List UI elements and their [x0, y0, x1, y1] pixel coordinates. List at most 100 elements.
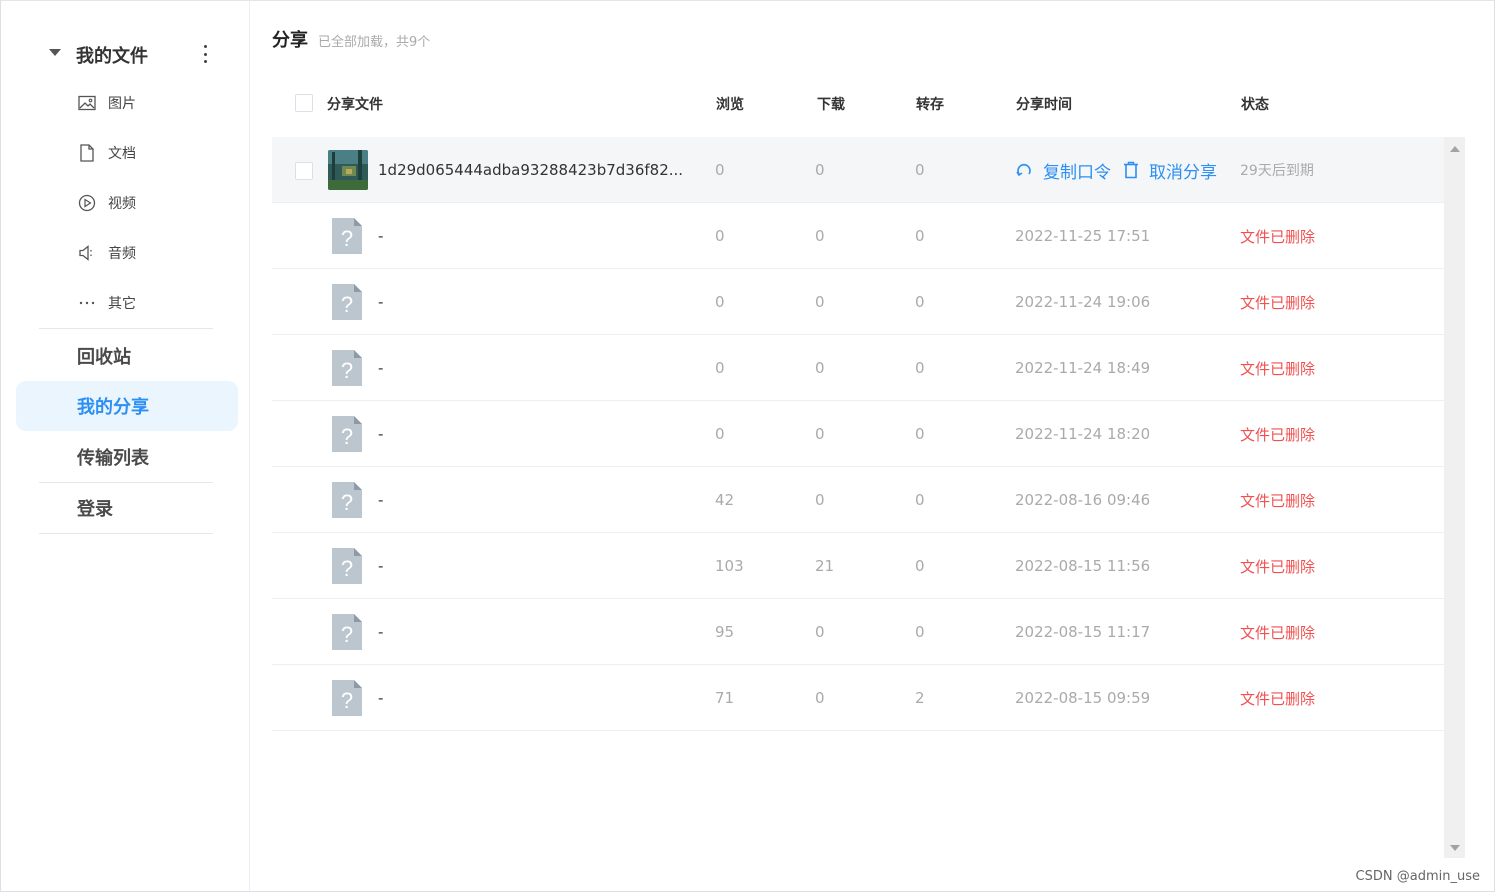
page-header: 分享 已全部加载，共9个: [272, 26, 431, 51]
table-row[interactable]: 1d29d065444adba93288423b7d36f82... 0 0 0…: [272, 137, 1444, 203]
sidebar-item-other[interactable]: 其它: [77, 288, 237, 318]
share-time: 2022-11-24 18:20: [1015, 425, 1151, 443]
file-name: -: [378, 689, 384, 707]
column-header-saves: 转存: [916, 97, 944, 113]
sidebar-item-videos[interactable]: 视频: [77, 188, 237, 218]
file-thumbnail: [328, 137, 368, 203]
vertical-scrollbar[interactable]: [1444, 137, 1465, 858]
share-time: 2022-08-15 11:17: [1015, 623, 1151, 641]
table-row[interactable]: ? - 0 0 0 2022-11-24 18:20 文件已删除: [272, 401, 1444, 467]
watermark: CSDN @admin_use: [1355, 869, 1480, 884]
caret-down-icon[interactable]: [49, 49, 61, 56]
cancel-share-label: 取消分享: [1149, 162, 1217, 183]
views-count: 42: [715, 491, 735, 509]
file-name: -: [378, 623, 384, 641]
copy-code-button[interactable]: 复制口令: [1015, 158, 1111, 183]
status-deleted: 文件已删除: [1240, 557, 1316, 576]
file-name[interactable]: 1d29d065444adba93288423b7d36f82...: [378, 137, 683, 203]
share-time: 2022-11-25 17:51: [1015, 227, 1151, 245]
table-row[interactable]: ? - 0 0 0 2022-11-24 18:49 文件已删除: [272, 335, 1444, 401]
svg-text:?: ?: [341, 490, 353, 515]
column-header-status: 状态: [1241, 97, 1269, 113]
sidebar-item-my-shares[interactable]: 我的分享: [16, 381, 238, 431]
row-checkbox[interactable]: [295, 162, 313, 180]
column-header-share-time: 分享时间: [1016, 97, 1072, 113]
unknown-file-icon: ?: [330, 533, 364, 599]
sidebar-item-label: 文档: [108, 146, 136, 162]
downloads-count: 0: [815, 491, 825, 509]
divider: [39, 533, 213, 534]
column-header-file: 分享文件: [327, 97, 383, 113]
saves-count: 0: [915, 161, 925, 179]
status-deleted: 文件已删除: [1240, 491, 1316, 510]
views-count: 0: [715, 161, 725, 179]
divider: [39, 328, 213, 329]
sidebar-item-label: 图片: [108, 96, 136, 112]
document-icon: [77, 143, 97, 163]
cancel-share-button[interactable]: 取消分享: [1123, 158, 1217, 183]
status-deleted: 文件已删除: [1240, 623, 1316, 642]
table-row[interactable]: ? - 95 0 0 2022-08-15 11:17 文件已删除: [272, 599, 1444, 665]
saves-count: 0: [915, 491, 925, 509]
sidebar-item-images[interactable]: 图片: [77, 88, 237, 118]
svg-text:?: ?: [341, 358, 353, 383]
table-header: 分享文件 浏览 下载 转存 分享时间 状态: [272, 82, 1444, 128]
file-name: -: [378, 557, 384, 575]
svg-text:?: ?: [341, 688, 353, 713]
views-count: 0: [715, 425, 725, 443]
views-count: 71: [715, 689, 735, 707]
refresh-icon: [1015, 161, 1033, 179]
status-deleted: 文件已删除: [1240, 293, 1316, 312]
sidebar-item-documents[interactable]: 文档: [77, 138, 237, 168]
status-deleted: 文件已删除: [1240, 425, 1316, 444]
sidebar-item-transfer-list[interactable]: 传输列表: [16, 432, 238, 482]
trash-icon: [1123, 161, 1139, 179]
downloads-count: 0: [815, 359, 825, 377]
page-subtitle: 已全部加载，共9个: [318, 35, 431, 50]
views-count: 0: [715, 227, 725, 245]
unknown-file-icon: ?: [330, 467, 364, 533]
downloads-count: 0: [815, 293, 825, 311]
saves-count: 2: [915, 689, 925, 707]
sidebar-item-login[interactable]: 登录: [16, 483, 238, 533]
sidebar-item-label: 传输列表: [77, 448, 149, 469]
scroll-up-arrow-icon[interactable]: [1450, 146, 1460, 152]
sidebar-item-label: 我的分享: [77, 397, 149, 418]
downloads-count: 0: [815, 161, 825, 179]
svg-text:?: ?: [341, 424, 353, 449]
scroll-down-arrow-icon[interactable]: [1450, 845, 1460, 851]
table-row[interactable]: ? - 42 0 0 2022-08-16 09:46 文件已删除: [272, 467, 1444, 533]
unknown-file-icon: ?: [330, 401, 364, 467]
svg-text:?: ?: [341, 292, 353, 317]
downloads-count: 0: [815, 227, 825, 245]
downloads-count: 0: [815, 425, 825, 443]
column-header-views: 浏览: [716, 97, 744, 113]
sidebar-item-label: 回收站: [77, 347, 131, 368]
saves-count: 0: [915, 425, 925, 443]
my-files-header[interactable]: 我的文件: [1, 31, 249, 77]
sidebar-item-label: 其它: [108, 296, 136, 312]
more-options-icon[interactable]: [199, 43, 211, 65]
sidebar-item-audio[interactable]: 音频: [77, 238, 237, 268]
sidebar-item-label: 登录: [77, 499, 113, 520]
views-count: 103: [715, 557, 744, 575]
my-files-title: 我的文件: [76, 46, 148, 67]
select-all-checkbox[interactable]: [295, 94, 313, 112]
page-title: 分享: [272, 30, 308, 51]
table-row[interactable]: ? - 103 21 0 2022-08-15 11:56 文件已删除: [272, 533, 1444, 599]
sidebar-item-recycle-bin[interactable]: 回收站: [16, 331, 238, 381]
views-count: 0: [715, 359, 725, 377]
status-deleted: 文件已删除: [1240, 689, 1316, 708]
table-row[interactable]: ? - 0 0 0 2022-11-25 17:51 文件已删除: [272, 203, 1444, 269]
unknown-file-icon: ?: [330, 269, 364, 335]
sidebar-item-label: 音频: [108, 246, 136, 262]
file-name: -: [378, 491, 384, 509]
more-icon: [77, 293, 97, 313]
file-name: -: [378, 293, 384, 311]
copy-code-label: 复制口令: [1043, 162, 1111, 183]
saves-count: 0: [915, 227, 925, 245]
unknown-file-icon: ?: [330, 203, 364, 269]
status-deleted: 文件已删除: [1240, 227, 1316, 246]
table-row[interactable]: ? - 71 0 2 2022-08-15 09:59 文件已删除: [272, 665, 1444, 731]
table-row[interactable]: ? - 0 0 0 2022-11-24 19:06 文件已删除: [272, 269, 1444, 335]
